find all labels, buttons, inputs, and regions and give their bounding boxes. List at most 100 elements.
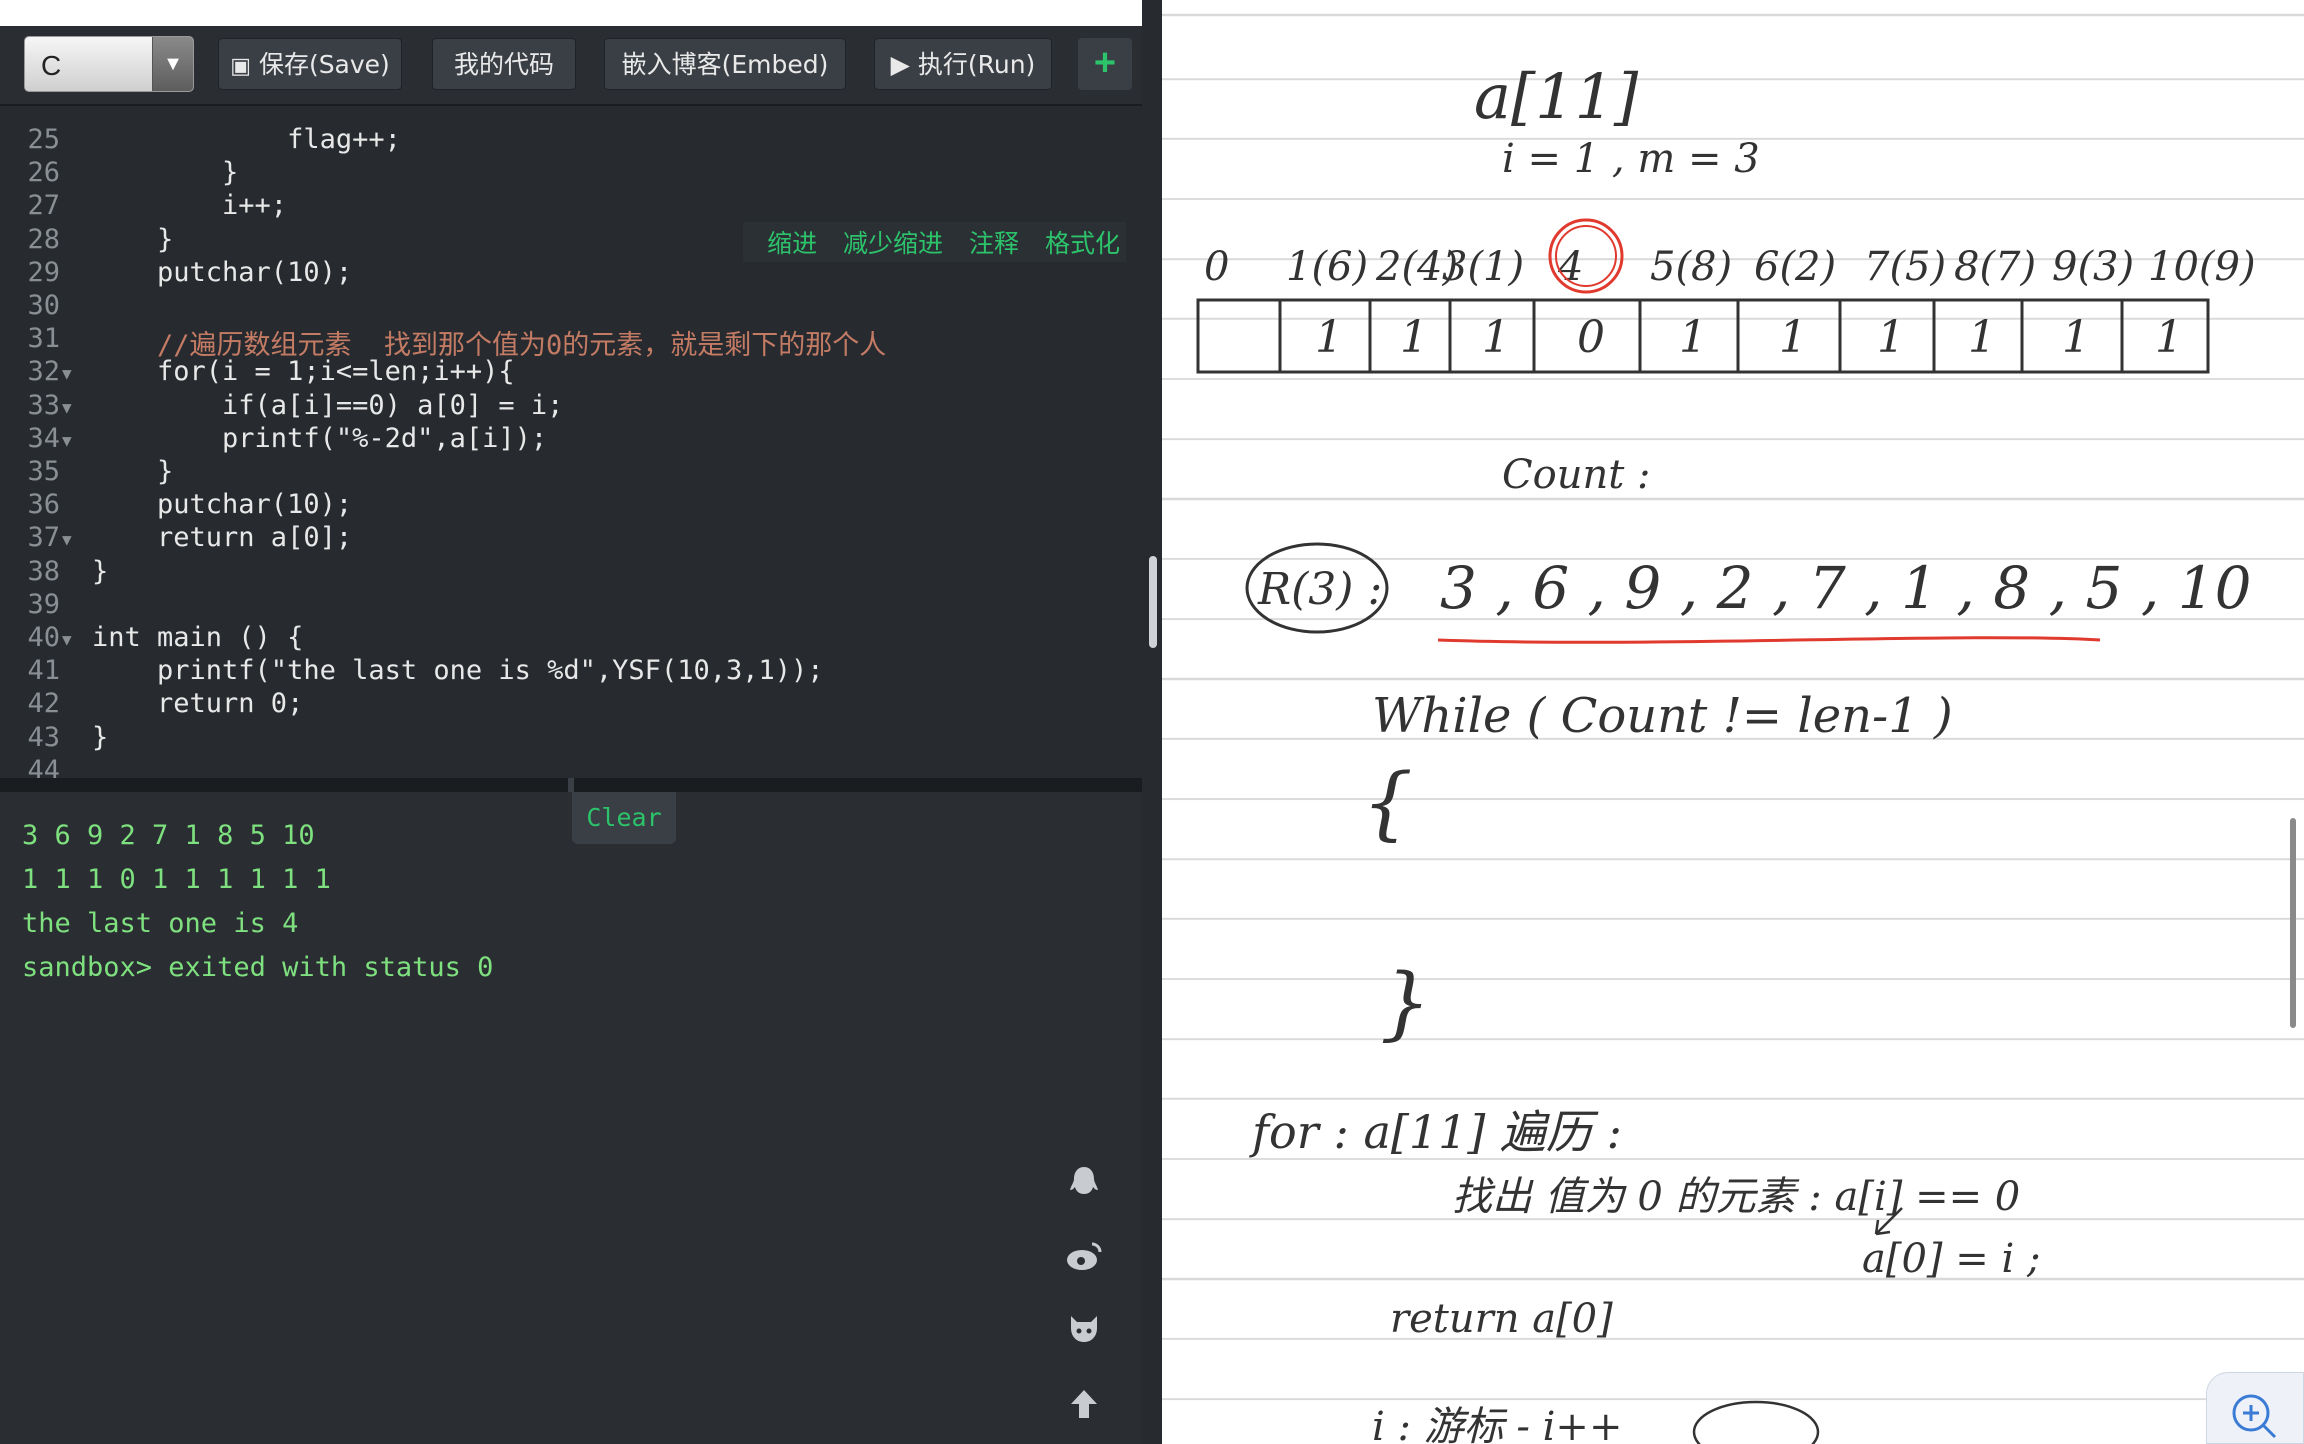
toolbar: C ▼ ▣ 保存(Save) 我的代码 嵌入博客(Embed) ▶ 执行(Run…: [0, 26, 1142, 106]
code-line: }: [92, 157, 239, 189]
fold-arrow-icon[interactable]: ▼: [62, 398, 72, 417]
github-icon[interactable]: [1064, 1312, 1104, 1352]
note-index: 8(7): [1954, 244, 2036, 290]
weibo-icon[interactable]: [1064, 1238, 1104, 1278]
code-line: int main () {: [92, 622, 304, 653]
floppy-icon: ▣: [230, 54, 251, 79]
note-index: 7(5): [1864, 244, 1946, 290]
add-button[interactable]: +: [1078, 38, 1132, 90]
scrollbar-thumb[interactable]: [1149, 556, 1157, 648]
zoom-button[interactable]: [2206, 1372, 2304, 1444]
line-number: 38: [27, 555, 60, 587]
line-number: 43: [27, 721, 60, 753]
line-number: 36: [27, 489, 60, 521]
note-assign: a[0] = i ;: [1862, 1236, 2040, 1282]
note-open-brace: {: [1362, 756, 1413, 849]
output-line: the last one is 4: [22, 908, 299, 939]
note-cell: 1: [1968, 312, 1996, 363]
language-select[interactable]: C ▼: [24, 36, 194, 92]
note-count: Count :: [1502, 452, 1650, 498]
code-line: for(i = 1;i<=len;i++){: [92, 356, 515, 388]
note-while: While ( Count != len-1 ): [1372, 688, 1953, 744]
line-number: 29: [27, 256, 60, 288]
line-number: 34: [27, 422, 60, 454]
arrow-up-icon[interactable]: [1064, 1386, 1104, 1426]
notes-canvas: a[11] i = 1 , m = 3 0 1(6) 2(4)3(1) 4 5(8) 6(…: [1196, 60, 2256, 1444]
code-line: if(a[i]==0) a[0] = i;: [92, 389, 564, 421]
line-number: 35: [27, 456, 60, 487]
code-line: }: [92, 456, 174, 487]
note-index: 3(1): [1442, 244, 1524, 290]
panel-divider[interactable]: [0, 778, 1142, 792]
note-params: i = 1 , m = 3: [1502, 136, 1760, 182]
code-line: printf("%-2d",a[i]);: [92, 422, 548, 454]
line-number: 32: [27, 356, 60, 388]
code-line: putchar(10);: [92, 489, 353, 521]
split-scrollbar[interactable]: [1142, 0, 1162, 1444]
site-header-strip: [0, 0, 1142, 26]
note-close-brace: }: [1380, 956, 1431, 1049]
note-for: for : a[11] 遍历 :: [1249, 1105, 1622, 1159]
my-code-label: 我的代码: [453, 50, 554, 79]
play-icon: ▶: [890, 50, 910, 79]
run-button[interactable]: ▶ 执行(Run): [874, 38, 1052, 90]
note-index: 5(8): [1650, 244, 1732, 290]
output-line: 1 1 1 0 1 1 1 1 1 1: [22, 864, 331, 895]
line-number: 33: [27, 389, 60, 421]
note-index: 6(2): [1754, 244, 1836, 290]
fold-arrow-icon[interactable]: ▼: [62, 431, 72, 450]
note-red-underline: [1437, 636, 2101, 644]
line-number: 26: [27, 157, 60, 189]
output-line: 3 6 9 2 7 1 8 5 10: [22, 820, 315, 851]
fold-arrow-icon[interactable]: ▼: [62, 630, 72, 649]
note-cell: 0: [1577, 312, 1605, 363]
code-line: printf("the last one is %d",YSF(10,3,1))…: [92, 655, 824, 687]
note-cell: 1: [2155, 312, 2183, 363]
embed-button[interactable]: 嵌入博客(Embed): [604, 38, 846, 90]
code-line: }: [92, 555, 109, 587]
save-label: 保存(Save): [258, 50, 390, 79]
note-cell: 1: [1400, 312, 1428, 363]
clear-button[interactable]: Clear: [572, 792, 676, 844]
note-index: 1(6): [1286, 244, 1368, 290]
editor-tools: 缩进 减少缩进 注释 格式化: [743, 222, 1126, 262]
divider-handle[interactable]: [568, 778, 574, 792]
output-line: sandbox> exited with status 0: [22, 952, 494, 983]
my-code-button[interactable]: 我的代码: [432, 38, 576, 90]
code-line: }: [92, 223, 174, 255]
format-button[interactable]: 格式化: [1045, 229, 1120, 258]
line-number: 27: [27, 190, 60, 222]
code-line: putchar(10);: [92, 256, 353, 288]
note-result-seq: 3 , 6 , 9 , 2 , 7 , 1 , 8 , 5 , 10: [1440, 554, 2252, 622]
code-line: }: [92, 721, 109, 753]
fold-arrow-icon[interactable]: ▼: [62, 364, 72, 383]
note-cell: 1: [2062, 312, 2090, 363]
note-cell: 1: [1679, 312, 1707, 363]
code-runner-panel: C ▼ ▣ 保存(Save) 我的代码 嵌入博客(Embed) ▶ 执行(Run…: [0, 0, 1142, 1444]
notes-scrollbar-thumb[interactable]: [2290, 818, 2296, 1028]
note-return: return a[0]: [1390, 1296, 1613, 1342]
embed-label: 嵌入博客(Embed): [621, 50, 829, 79]
line-number: 37: [27, 522, 60, 554]
outdent-button[interactable]: 减少缩进: [843, 229, 943, 258]
line-number: 40: [27, 622, 60, 653]
handwritten-notes: a[11] i = 1 , m = 3 0 1(6) 2(4) 3(1) 4 5(8) 6(…: [1162, 0, 2304, 1444]
zoom-in-icon: [2232, 1394, 2277, 1439]
note-cells-row: 1 1 1 0 1 1 1 1 1 1: [1278, 300, 2183, 372]
code-editor[interactable]: 25 flag++; 26 } 27 i++; 28 } 29 putchar(10);…: [0, 106, 1142, 778]
comment-button[interactable]: 注释: [969, 229, 1019, 258]
note-index: 10(9): [2148, 244, 2256, 290]
note-result-label: R(3) :: [1257, 564, 1382, 615]
note-cell: 1: [1482, 312, 1510, 363]
code-line: i++;: [92, 190, 288, 222]
indent-button[interactable]: 缩进: [767, 229, 817, 258]
line-number: 30: [27, 290, 60, 321]
fold-arrow-icon[interactable]: ▼: [62, 530, 72, 549]
note-bottom-circle: [1692, 1400, 1820, 1444]
note-bottom: i : 游标 - i++: [1372, 1404, 1622, 1444]
code-line: return a[0];: [92, 522, 353, 554]
note-index: 0: [1204, 244, 1229, 290]
line-number: 25: [27, 124, 60, 155]
save-button[interactable]: ▣ 保存(Save): [218, 38, 402, 90]
qq-icon[interactable]: [1064, 1164, 1104, 1204]
